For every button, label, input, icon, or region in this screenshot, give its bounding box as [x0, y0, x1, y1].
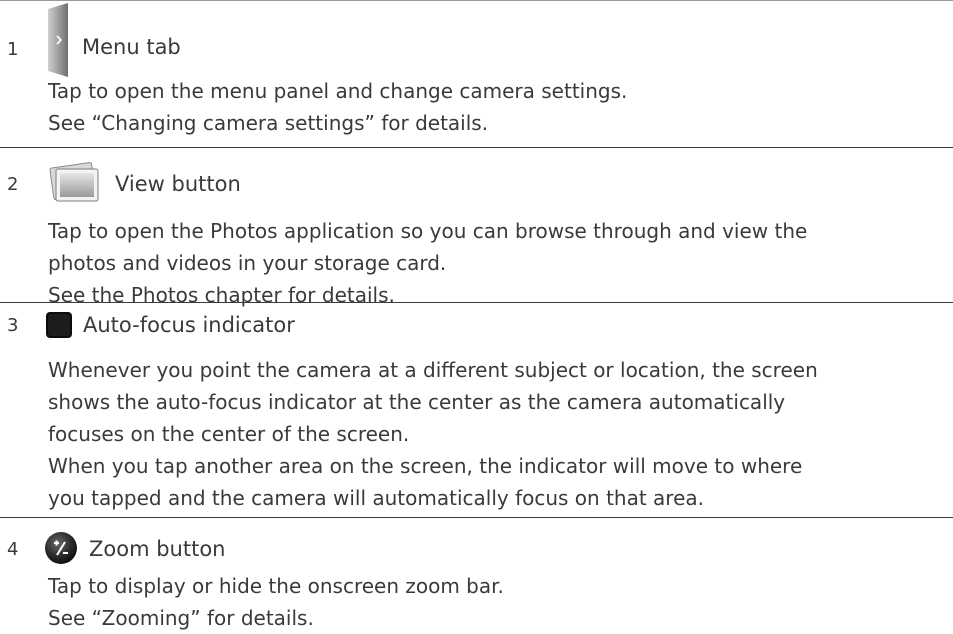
item-number: 1	[7, 39, 19, 60]
top-divider	[0, 0, 953, 1]
item-divider	[0, 302, 953, 303]
description-line: Whenever you point the camera at a diffe…	[48, 358, 818, 382]
item-description: Tap to open the menu panel and change ca…	[48, 75, 953, 139]
description-line: shows the auto-focus indicator at the ce…	[48, 390, 786, 414]
item-description: Whenever you point the camera at a diffe…	[48, 354, 953, 514]
item-title: Menu tab	[82, 35, 181, 59]
description-line: you tapped and the camera will automatic…	[48, 486, 705, 510]
item-title: Auto-focus indicator	[83, 313, 295, 337]
item-divider	[0, 517, 953, 518]
description-line: When you tap another area on the screen,…	[48, 454, 803, 478]
description-line: See “Zooming” for details.	[48, 606, 314, 630]
description-line: See the Photos chapter for details.	[48, 283, 395, 307]
description-line: Tap to display or hide the onscreen zoom…	[48, 574, 504, 598]
description-line: focuses on the center of the screen.	[48, 422, 410, 446]
menu-tab-icon	[47, 3, 71, 81]
zoom-icon	[44, 531, 78, 569]
description-line: Tap to open the Photos application so yo…	[48, 219, 808, 243]
item-number: 3	[7, 315, 19, 336]
item-number: 2	[7, 174, 19, 195]
item-title: Zoom button	[89, 537, 226, 561]
description-line: Tap to open the menu panel and change ca…	[48, 79, 628, 103]
view-photos-icon	[46, 160, 102, 210]
item-title: View button	[115, 172, 241, 196]
item-number: 4	[7, 539, 19, 560]
item-description: Tap to display or hide the onscreen zoom…	[48, 570, 953, 634]
description-line: photos and videos in your storage card.	[48, 251, 447, 275]
item-divider	[0, 147, 953, 148]
description-line: See “Changing camera settings” for detai…	[48, 111, 489, 135]
auto-focus-indicator-icon	[45, 311, 73, 343]
item-description: Tap to open the Photos application so yo…	[48, 215, 953, 311]
